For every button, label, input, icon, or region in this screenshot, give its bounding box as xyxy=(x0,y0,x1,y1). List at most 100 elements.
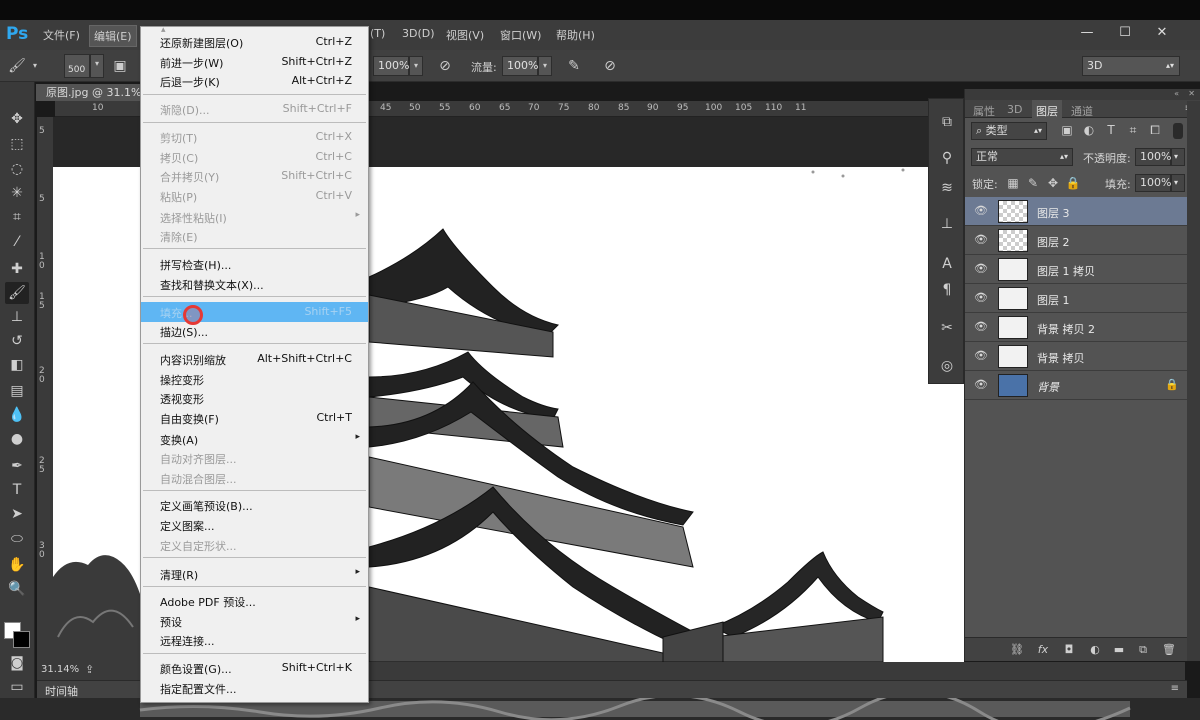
crop-tool-icon[interactable]: ⌗ xyxy=(5,206,29,228)
visibility-eye-icon[interactable]: 👁 xyxy=(974,321,988,333)
layer-row[interactable]: 👁 背景 🔒 xyxy=(965,371,1200,400)
layer-name[interactable]: 背景 拷贝 xyxy=(1037,350,1085,366)
menu-item-define-custom-shape[interactable]: 定义自定形状... xyxy=(141,535,368,555)
menu-item-color-settings[interactable]: 颜色设置(G)... Shift+Ctrl+K xyxy=(141,658,368,678)
clone-source-icon[interactable]: ⊥ xyxy=(935,213,959,235)
layer-name[interactable]: 图层 1 拷贝 xyxy=(1037,263,1095,279)
panel-menu-icon[interactable]: ≡ xyxy=(1171,683,1179,694)
brush-picker-arrow-icon[interactable]: ▾ xyxy=(90,54,104,78)
menu-view[interactable]: 视图(V) xyxy=(446,27,484,43)
filter-shape-icon[interactable]: ⌗ xyxy=(1125,123,1141,138)
pressure-opacity-icon[interactable]: ⊘ xyxy=(436,57,454,75)
lock-pixels-icon[interactable]: ✎ xyxy=(1025,176,1041,190)
panel-close-icon[interactable]: ✕ xyxy=(1188,89,1195,98)
menu-filter[interactable]: (T) xyxy=(370,27,385,40)
history-panel-icon[interactable]: ⧉ xyxy=(935,111,959,133)
new-group-icon[interactable]: ▬ xyxy=(1111,643,1127,657)
pen-tool-icon[interactable]: ✒ xyxy=(5,455,29,477)
menu-item-clear[interactable]: 清除(E) xyxy=(141,226,368,246)
opacity-dropdown-icon[interactable]: ▾ xyxy=(1171,148,1185,166)
layer-row[interactable]: 👁 图层 1 拷贝 xyxy=(965,255,1200,284)
healing-brush-tool-icon[interactable]: ✚ xyxy=(5,258,29,280)
hand-tool-icon[interactable]: ✋ xyxy=(5,554,29,576)
menu-item-define-brush-preset[interactable]: 定义画笔预设(B)... xyxy=(141,495,368,515)
menu-edit[interactable]: 编辑(E) xyxy=(89,25,137,47)
zoom-level[interactable]: 31.14% xyxy=(41,664,79,675)
workspace-select[interactable]: 3D ▴▾ xyxy=(1082,56,1180,76)
filter-adjustment-icon[interactable]: ◐ xyxy=(1081,123,1097,137)
visibility-eye-icon[interactable]: 👁 xyxy=(974,292,988,304)
gradient-tool-icon[interactable]: ▤ xyxy=(5,380,29,402)
menu-item-fade[interactable]: 渐隐(D)... Shift+Ctrl+F xyxy=(141,99,368,119)
filter-type-icon[interactable]: T xyxy=(1103,123,1119,137)
visibility-eye-icon[interactable]: 👁 xyxy=(974,263,988,275)
menu-item-free-transform[interactable]: 自由变换(F) Ctrl+T xyxy=(141,408,368,428)
menu-item-transform[interactable]: 变换(A) ▸ xyxy=(141,429,368,449)
libraries-icon[interactable]: ◎ xyxy=(935,355,959,377)
background-color-swatch[interactable] xyxy=(13,631,30,648)
menu-file[interactable]: 文件(F) xyxy=(43,27,80,43)
menu-item-find-replace[interactable]: 查找和替换文本(X)... xyxy=(141,274,368,294)
marquee-tool-icon[interactable]: ⬚ xyxy=(5,133,29,155)
menu-item-auto-align-layers[interactable]: 自动对齐图层... xyxy=(141,448,368,468)
brush-size-picker[interactable]: 500 xyxy=(64,54,90,78)
minimize-button[interactable]: — xyxy=(1070,22,1104,44)
menu-item-copy-merged[interactable]: 合并拷贝(Y) Shift+Ctrl+C xyxy=(141,166,368,186)
lock-transparency-icon[interactable]: ▦ xyxy=(1005,176,1021,190)
opacity-dropdown-icon[interactable]: ▾ xyxy=(409,56,423,76)
move-tool-icon[interactable]: ✥ xyxy=(5,108,29,130)
menu-item-assign-profile[interactable]: 指定配置文件... xyxy=(141,678,368,698)
lock-all-icon[interactable]: 🔒 xyxy=(1065,176,1081,190)
collapse-icon[interactable]: « xyxy=(1174,89,1179,98)
flow-dropdown-icon[interactable]: ▾ xyxy=(538,56,552,76)
tab-channels[interactable]: 通道 xyxy=(1071,103,1093,119)
dodge-tool-icon[interactable]: ● xyxy=(5,428,29,450)
menu-item-define-pattern[interactable]: 定义图案... xyxy=(141,515,368,535)
layer-row[interactable]: 👁 图层 1 xyxy=(965,284,1200,313)
flow-field[interactable]: 100% xyxy=(502,56,538,76)
menu-item-stroke[interactable]: 描边(S)... xyxy=(141,321,368,341)
layer-name[interactable]: 图层 2 xyxy=(1037,234,1070,250)
menu-item-spell-check[interactable]: 拼写检查(H)... xyxy=(141,254,368,274)
layer-name[interactable]: 图层 1 xyxy=(1037,292,1070,308)
menu-item-paste-special[interactable]: 选择性粘贴(I) ▸ xyxy=(141,207,368,227)
layer-opacity-field[interactable]: 100% xyxy=(1135,148,1171,166)
tool-presets-icon[interactable]: ✂ xyxy=(935,317,959,339)
maximize-button[interactable]: ☐ xyxy=(1108,22,1142,44)
menu-item-undo[interactable]: 还原新建图层(O) Ctrl+Z xyxy=(141,32,368,52)
layer-row[interactable]: 👁 背景 拷贝 2 xyxy=(965,313,1200,342)
layer-name[interactable]: 背景 拷贝 2 xyxy=(1037,321,1095,337)
visibility-eye-icon[interactable]: 👁 xyxy=(974,205,988,217)
pressure-size-icon[interactable]: ⊘ xyxy=(601,57,619,75)
delete-layer-icon[interactable]: 🗑 xyxy=(1161,643,1177,657)
tab-3d[interactable]: 3D xyxy=(1007,103,1022,116)
layer-row[interactable]: 👁 图层 2 xyxy=(965,226,1200,255)
menu-item-cut[interactable]: 剪切(T) Ctrl+X xyxy=(141,127,368,147)
layer-row[interactable]: 👁 背景 拷贝 xyxy=(965,342,1200,371)
character-panel-icon[interactable]: A xyxy=(935,253,959,275)
menu-window[interactable]: 窗口(W) xyxy=(500,27,541,43)
layer-name[interactable]: 图层 3 xyxy=(1037,205,1070,221)
path-selection-tool-icon[interactable]: ➤ xyxy=(5,503,29,525)
close-button[interactable]: ✕ xyxy=(1145,22,1179,44)
quick-mask-icon[interactable]: ◙ xyxy=(5,652,29,674)
brush-tool-icon[interactable]: 🖌 xyxy=(8,57,26,75)
adjustment-layer-icon[interactable]: ◐ xyxy=(1087,643,1103,657)
blur-tool-icon[interactable]: 💧 xyxy=(5,404,29,426)
layer-name[interactable]: 背景 xyxy=(1037,379,1059,395)
brush-presets-icon[interactable]: ≋ xyxy=(935,177,959,199)
visibility-eye-icon[interactable]: 👁 xyxy=(974,379,988,391)
menu-item-adobe-pdf-presets[interactable]: Adobe PDF 预设... xyxy=(141,591,368,611)
document-tab[interactable]: 原图.jpg @ 31.1% xyxy=(36,84,140,101)
filter-toggle-switch[interactable] xyxy=(1173,123,1183,139)
opacity-field[interactable]: 100% xyxy=(373,56,409,76)
menu-item-auto-blend-layers[interactable]: 自动混合图层... xyxy=(141,468,368,488)
type-tool-icon[interactable]: T xyxy=(5,479,29,501)
clone-stamp-tool-icon[interactable]: ⊥ xyxy=(5,306,29,328)
zoom-tool-icon[interactable]: 🔍 xyxy=(5,578,29,600)
history-brush-tool-icon[interactable]: ↺ xyxy=(5,330,29,352)
visibility-eye-icon[interactable]: 👁 xyxy=(974,234,988,246)
layer-filter-select[interactable]: ⌕ 类型 ▴▾ xyxy=(971,122,1047,140)
screen-mode-icon[interactable]: ▭ xyxy=(5,676,29,698)
fill-dropdown-icon[interactable]: ▾ xyxy=(1171,174,1185,192)
